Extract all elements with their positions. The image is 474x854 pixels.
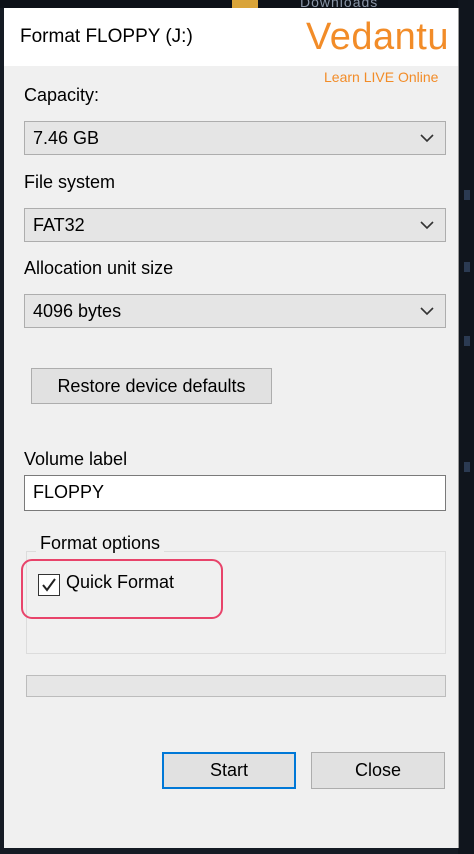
allocation-label: Allocation unit size <box>24 258 174 278</box>
background-window-edge <box>458 0 474 854</box>
allocation-value: 4096 bytes <box>33 301 122 321</box>
background-edge-mark <box>464 190 470 200</box>
logo-tagline: Learn LIVE Online <box>324 69 439 85</box>
background-edge-mark <box>464 262 470 272</box>
vedantu-logo: Vedantu Learn LIVE Online <box>306 16 456 86</box>
capacity-label: Capacity: <box>24 85 100 105</box>
background-edge-mark <box>464 336 470 346</box>
format-dialog: Format FLOPPY (J:) Vedantu Learn LIVE On… <box>4 8 459 848</box>
volume-label-caption: Volume label <box>24 449 128 469</box>
capacity-value: 7.46 GB <box>33 128 100 148</box>
format-progress-bar <box>26 675 446 697</box>
background-edge-mark <box>464 462 470 472</box>
close-button[interactable]: Close <box>311 752 445 789</box>
volume-label-value: FLOPPY <box>33 482 105 502</box>
capacity-select[interactable]: 7.46 GB <box>24 121 446 155</box>
start-button[interactable]: Start <box>162 752 296 789</box>
format-options-title: Format options <box>36 533 165 554</box>
chevron-down-icon <box>420 221 434 230</box>
chevron-down-icon <box>420 307 434 316</box>
logo-brand: Vedantu <box>306 16 449 58</box>
allocation-select[interactable]: 4096 bytes <box>24 294 446 328</box>
window-title: Format FLOPPY (J:) <box>20 26 193 47</box>
quick-format-highlight <box>21 559 223 619</box>
restore-defaults-button[interactable]: Restore device defaults <box>31 368 272 404</box>
chevron-down-icon <box>420 134 434 143</box>
file-system-select[interactable]: FAT32 <box>24 208 446 242</box>
file-system-label: File system <box>24 172 116 192</box>
folder-icon <box>232 0 258 8</box>
file-system-value: FAT32 <box>33 215 85 235</box>
volume-label-input[interactable]: FLOPPY <box>24 475 446 511</box>
